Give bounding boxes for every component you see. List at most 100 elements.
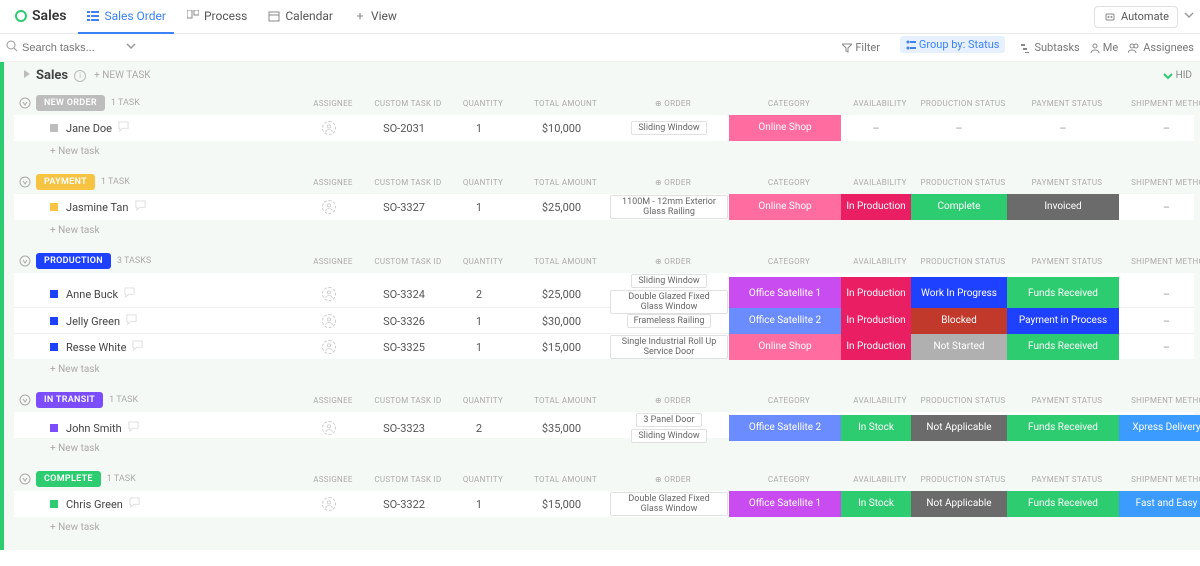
collapse-icon[interactable]: [18, 393, 32, 407]
col-order[interactable]: ⊕ ORDER: [613, 178, 733, 187]
col-assignee[interactable]: ASSIGNEE: [298, 257, 368, 266]
payment-status-cell[interactable]: Payment in Process: [1007, 308, 1119, 334]
order-cell[interactable]: 1100M - 12mm Exterior Glass Railing: [609, 194, 729, 220]
col-availability[interactable]: AVAILABILITY: [845, 396, 915, 405]
availability-cell[interactable]: In Production: [841, 277, 911, 311]
groupby-button[interactable]: Group by: Status: [900, 36, 1006, 53]
new-task-row[interactable]: + New task: [14, 359, 1194, 380]
payment-status-cell[interactable]: Funds Received: [1007, 415, 1119, 441]
list-title[interactable]: Sales: [36, 68, 68, 83]
hide-button[interactable]: HID: [1163, 70, 1192, 81]
category-cell[interactable]: Office Satellite 1: [729, 491, 841, 517]
col-availability[interactable]: AVAILABILITY: [845, 257, 915, 266]
col-order[interactable]: ⊕ ORDER: [613, 257, 733, 266]
availability-cell[interactable]: In Stock: [841, 491, 911, 517]
order-cell[interactable]: 3 Panel Door Sliding Window: [609, 412, 729, 444]
col-production-status[interactable]: PRODUCTION STATUS: [915, 257, 1011, 266]
order-tag[interactable]: 3 Panel Door: [636, 413, 701, 427]
col-total-amount[interactable]: TOTAL AMOUNT: [518, 99, 613, 108]
col-category[interactable]: CATEGORY: [733, 396, 845, 405]
collapse-icon[interactable]: [18, 175, 32, 189]
comment-icon[interactable]: [126, 314, 137, 328]
col-category[interactable]: CATEGORY: [733, 475, 845, 484]
production-status-cell[interactable]: Blocked: [911, 308, 1007, 334]
availability-cell[interactable]: In Production: [841, 308, 911, 334]
col-order[interactable]: ⊕ ORDER: [613, 475, 733, 484]
add-view-button[interactable]: + View: [345, 0, 405, 34]
order-tag[interactable]: Frameless Railing: [627, 314, 712, 328]
col-custom-task-id[interactable]: CUSTOM TASK ID: [368, 257, 448, 266]
custom-task-id[interactable]: SO-2031: [364, 122, 444, 135]
col-quantity[interactable]: QUANTITY: [448, 475, 518, 484]
new-task-row[interactable]: + New task: [14, 517, 1194, 538]
shipment-method-cell[interactable]: –: [1119, 201, 1200, 214]
order-tag[interactable]: Single Industrial Roll Up Service Door: [610, 335, 728, 359]
order-tag[interactable]: Sliding Window: [631, 274, 706, 288]
task-row[interactable]: Jasmine Tan SO-3327 1 $25,000 1100M - 12…: [14, 194, 1194, 220]
new-task-row[interactable]: + New task: [14, 141, 1194, 162]
quantity[interactable]: 2: [444, 422, 514, 435]
col-shipment-method[interactable]: SHIPMENT METHOD: [1123, 396, 1200, 405]
task-row[interactable]: Jelly Green SO-3326 1 $30,000 Frameless …: [14, 307, 1194, 333]
col-payment-status[interactable]: PAYMENT STATUS: [1011, 396, 1123, 405]
task-row[interactable]: John Smith SO-3323 2 $35,000 3 Panel Doo…: [14, 412, 1194, 438]
col-payment-status[interactable]: PAYMENT STATUS: [1011, 257, 1123, 266]
order-cell[interactable]: Sliding Window: [609, 120, 729, 136]
collapse-all-icon[interactable]: [22, 69, 32, 82]
assignee-add[interactable]: [322, 314, 336, 328]
quantity[interactable]: 1: [444, 341, 514, 354]
info-icon[interactable]: i: [74, 70, 86, 82]
collapse-icon[interactable]: [18, 254, 32, 268]
tab-sales-order[interactable]: Sales Order: [78, 0, 174, 34]
payment-status-cell[interactable]: –: [1007, 122, 1119, 135]
total-amount[interactable]: $25,000: [514, 288, 609, 301]
quantity[interactable]: 1: [444, 122, 514, 135]
col-assignee[interactable]: ASSIGNEE: [298, 99, 368, 108]
assignee-add[interactable]: [322, 287, 336, 301]
availability-cell[interactable]: In Production: [841, 194, 911, 220]
assignees-button[interactable]: Assignees: [1128, 41, 1194, 54]
shipment-method-cell[interactable]: Xpress Delivery: [1119, 415, 1200, 441]
total-amount[interactable]: $35,000: [514, 422, 609, 435]
quantity[interactable]: 1: [444, 498, 514, 511]
production-status-cell[interactable]: Not Applicable: [911, 415, 1007, 441]
shipment-method-cell[interactable]: –: [1119, 315, 1200, 328]
custom-task-id[interactable]: SO-3325: [364, 341, 444, 354]
col-total-amount[interactable]: TOTAL AMOUNT: [518, 396, 613, 405]
order-tag[interactable]: 1100M - 12mm Exterior Glass Railing: [610, 195, 728, 219]
col-order[interactable]: ⊕ ORDER: [613, 396, 733, 405]
category-cell[interactable]: Office Satellite 1: [729, 277, 841, 311]
col-custom-task-id[interactable]: CUSTOM TASK ID: [368, 99, 448, 108]
task-name[interactable]: Jelly Green: [66, 315, 120, 328]
col-assignee[interactable]: ASSIGNEE: [298, 178, 368, 187]
payment-status-cell[interactable]: Funds Received: [1007, 491, 1119, 517]
new-task-row[interactable]: + New task: [14, 438, 1194, 459]
space-title[interactable]: Sales: [6, 0, 74, 34]
availability-cell[interactable]: In Stock: [841, 415, 911, 441]
col-order[interactable]: ⊕ ORDER: [613, 99, 733, 108]
col-payment-status[interactable]: PAYMENT STATUS: [1011, 475, 1123, 484]
category-cell[interactable]: Online Shop: [729, 115, 841, 141]
me-button[interactable]: Me: [1090, 41, 1118, 54]
group-badge[interactable]: COMPLETE: [36, 471, 101, 487]
filter-button[interactable]: Filter: [842, 41, 880, 54]
shipment-method-cell[interactable]: –: [1119, 122, 1200, 135]
col-shipment-method[interactable]: SHIPMENT METHOD: [1123, 178, 1200, 187]
production-status-cell[interactable]: Complete: [911, 194, 1007, 220]
task-name[interactable]: Jane Doe: [66, 122, 112, 135]
comment-icon[interactable]: [132, 340, 143, 354]
col-quantity[interactable]: QUANTITY: [448, 257, 518, 266]
category-cell[interactable]: Office Satellite 2: [729, 308, 841, 334]
col-custom-task-id[interactable]: CUSTOM TASK ID: [368, 396, 448, 405]
total-amount[interactable]: $15,000: [514, 341, 609, 354]
total-amount[interactable]: $25,000: [514, 201, 609, 214]
order-tag[interactable]: Sliding Window: [631, 429, 706, 443]
col-quantity[interactable]: QUANTITY: [448, 178, 518, 187]
total-amount[interactable]: $10,000: [514, 122, 609, 135]
assignee-add[interactable]: [322, 421, 336, 435]
col-total-amount[interactable]: TOTAL AMOUNT: [518, 257, 613, 266]
col-assignee[interactable]: ASSIGNEE: [298, 475, 368, 484]
comment-icon[interactable]: [124, 287, 135, 301]
task-row[interactable]: Anne Buck SO-3324 2 $25,000 Sliding Wind…: [14, 273, 1194, 307]
status-square-icon[interactable]: [50, 203, 58, 211]
